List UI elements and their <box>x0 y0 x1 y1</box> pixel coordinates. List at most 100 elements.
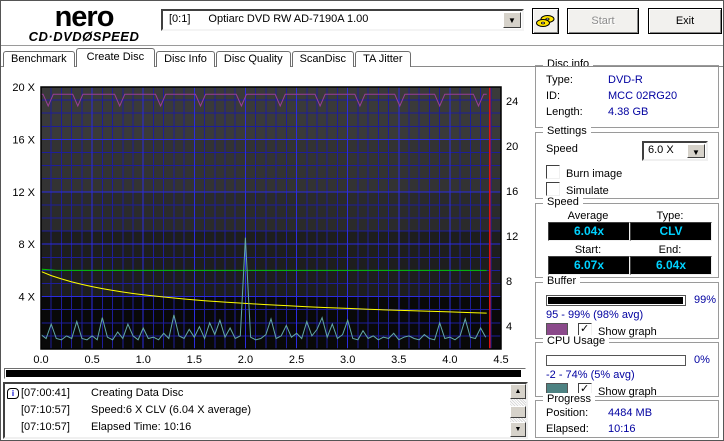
settings-title: Settings <box>543 125 591 137</box>
simulate-option[interactable]: Simulate <box>546 182 609 197</box>
burn-image-option[interactable]: Burn image <box>546 165 622 180</box>
nero-logo: nero CD·DVDØSPEED <box>9 1 159 44</box>
tab-benchmark[interactable]: Benchmark <box>3 51 75 67</box>
scrollbar-thumb[interactable] <box>510 406 526 418</box>
progress-title: Progress <box>543 393 596 405</box>
cpu-percent: 0% <box>694 354 710 366</box>
write-speed-chart: 20 X 16 X 12 X 8 X 4 X 24 20 16 12 8 4 0.0 0.5 1.0 1.5… <box>12 82 518 366</box>
disc-info-group: Disc info Type: DVD-R ID: MCC 02RG20 Lengt… <box>535 58 719 128</box>
buffer-range-text: 95 - 99% (98% avg) <box>546 309 644 321</box>
y-axis-left-tick: 16 X <box>12 134 35 146</box>
buffer-meter <box>546 295 686 306</box>
position-label: Position: <box>546 407 589 419</box>
speed-group-title: Speed <box>543 196 583 208</box>
log-scrollbar[interactable]: ▲ ▼ <box>510 384 526 437</box>
log-message: Elapsed Time: 10:16 <box>91 421 192 433</box>
x-axis-tick: 3.0 <box>340 354 355 366</box>
y-axis-right-tick: 4 <box>506 321 512 333</box>
event-log: i [07:00:41] Creating Data Disc [07:10:57] S… <box>3 382 528 439</box>
tab-ta-jitter[interactable]: TA Jitter <box>355 51 411 67</box>
event-log-rows: i [07:00:41] Creating Data Disc [07:10:57] S… <box>7 385 508 436</box>
log-entry: i [07:00:41] Creating Data Disc <box>7 385 508 402</box>
tab-scandisc[interactable]: ScanDisc <box>291 51 355 67</box>
speed-setting-label: Speed <box>546 143 578 155</box>
log-icon-spacer <box>7 405 19 416</box>
x-axis-tick: 0.0 <box>33 354 48 366</box>
settings-group: Settings Speed 6.0 X ▼ Burn image Simula… <box>535 125 719 199</box>
buffer-group: Buffer 99% 95 - 99% (98% avg) Show graph <box>535 275 719 339</box>
disc-id-value: MCC 02RG20 <box>608 90 678 102</box>
drive-selector-value: [0:1] Optiarc DVD RW AD-7190A 1.00 <box>169 13 369 25</box>
disc-info-title: Disc info <box>543 58 594 70</box>
end-speed-display: 6.04x <box>630 256 712 275</box>
y-axis-right-tick: 16 <box>506 186 518 198</box>
speed-type-label: Type: <box>656 210 684 222</box>
cd-dvd-speed-text: CD·DVDØSPEED <box>28 29 140 44</box>
start-speed-label: Start: <box>574 244 602 256</box>
discs-icon <box>536 15 555 27</box>
start-speed-display: 6.07x <box>548 256 630 275</box>
scroll-up-icon[interactable]: ▲ <box>510 384 526 399</box>
cpu-usage-title: CPU Usage <box>543 335 610 347</box>
x-axis-tick: 2.0 <box>238 354 253 366</box>
speed-select-dropdown[interactable]: 6.0 X ▼ <box>642 141 708 161</box>
drive-selector-dropdown[interactable]: [0:1] Optiarc DVD RW AD-7190A 1.00 ▼ <box>161 9 524 31</box>
elapsed-label: Elapsed: <box>546 423 589 435</box>
nero-brand-text: nero <box>54 1 115 33</box>
x-axis-tick: 0.5 <box>84 354 99 366</box>
write-progress-fill <box>6 370 522 377</box>
y-axis-left-tick: 20 X <box>12 82 35 94</box>
x-axis-tick: 1.5 <box>187 354 202 366</box>
app-window: nero CD·DVDØSPEED [0:1] Optiarc DVD RW AD… <box>0 0 724 441</box>
disc-glyph-icon: Ø <box>82 29 93 44</box>
cpu-range-text: -2 - 74% (5% avg) <box>546 369 635 381</box>
x-axis-tick: 4.0 <box>442 354 457 366</box>
y-axis-right-tick: 12 <box>506 231 518 243</box>
exit-button[interactable]: Exit <box>648 8 722 34</box>
y-axis-left-tick: 8 X <box>18 239 35 251</box>
tab-disc-quality[interactable]: Disc Quality <box>215 51 291 67</box>
buffer-percent: 99% <box>694 294 717 306</box>
chevron-down-icon[interactable]: ▼ <box>687 144 705 158</box>
speed-select-value: 6.0 X <box>648 144 674 156</box>
x-axis-tick: 4.5 <box>493 354 508 366</box>
disc-length-value: 4.38 GB <box>608 106 649 118</box>
buffer-title: Buffer <box>543 275 581 287</box>
tab-disc-info[interactable]: Disc Info <box>156 51 215 67</box>
chart-background-band <box>41 191 501 232</box>
info-icon: i <box>7 387 19 399</box>
log-timestamp: [07:10:57] <box>21 404 70 416</box>
tab-create-disc[interactable]: Create Disc <box>75 48 156 67</box>
speed-group: Speed Average 6.04x Type: CLV Start: 6.07x … <box>535 196 719 278</box>
log-timestamp: [07:00:41] <box>21 387 70 399</box>
log-timestamp: [07:10:57] <box>21 421 70 433</box>
speed-type-display: CLV <box>630 222 712 241</box>
burn-image-label: Burn image <box>566 168 623 180</box>
eject-disc-button[interactable] <box>532 8 559 34</box>
toolbar-separator <box>1 45 723 47</box>
log-icon-spacer <box>7 422 19 433</box>
cpu-usage-group: CPU Usage 0% -2 - 74% (5% avg) Show grap… <box>535 335 719 398</box>
x-axis-tick: 2.5 <box>289 354 304 366</box>
y-axis-right-tick: 20 <box>506 141 518 153</box>
tab-bar: Benchmark Create Disc Disc Info Disc Qualit… <box>3 48 412 67</box>
simulate-checkbox[interactable] <box>546 182 560 196</box>
log-message: Creating Data Disc <box>91 387 184 399</box>
log-entry: [07:10:57] Elapsed Time: 10:16 <box>7 419 508 436</box>
burn-image-checkbox[interactable] <box>546 165 560 179</box>
x-axis-tick: 1.0 <box>136 354 151 366</box>
log-entry: [07:10:57] Speed:6 X CLV (6.04 X average) <box>7 402 508 419</box>
cpu-show-graph-label: Show graph <box>598 386 657 398</box>
y-axis-right-tick: 24 <box>506 96 518 108</box>
scroll-down-icon[interactable]: ▼ <box>510 422 526 437</box>
chart-grid <box>41 87 501 349</box>
x-axis-tick: 3.5 <box>391 354 406 366</box>
disc-id-label: ID: <box>546 90 561 102</box>
chart-background-band <box>41 231 501 297</box>
start-button[interactable]: Start <box>567 8 639 34</box>
cpu-meter <box>546 355 686 366</box>
buffer-meter-fill <box>548 297 683 304</box>
chevron-down-icon[interactable]: ▼ <box>503 12 521 28</box>
y-axis-left-tick: 12 X <box>12 187 35 199</box>
progress-group: Progress Position: 4484 MB Elapsed: 10:16 <box>535 393 719 438</box>
